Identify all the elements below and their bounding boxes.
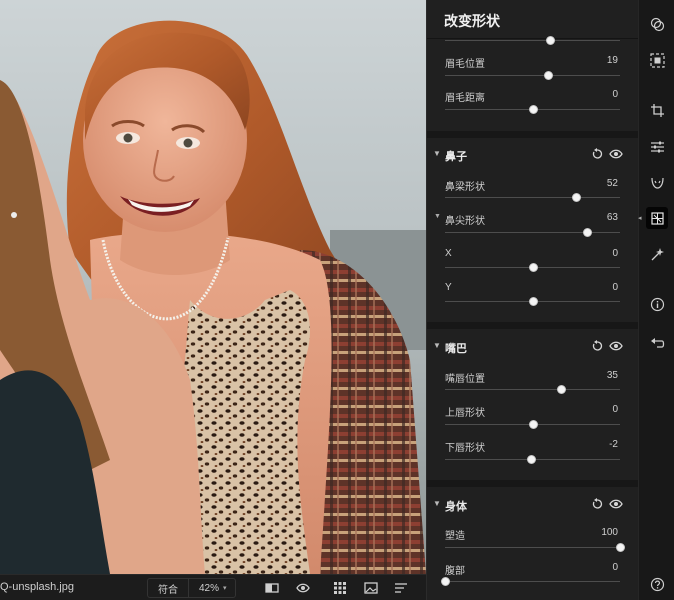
bottom-toolbar: Q-unsplash.jpg 符合 42% ▾ (0, 574, 426, 600)
eyebrow-position-value[interactable]: 19 (607, 55, 618, 66)
nose-bridge-value[interactable]: 52 (607, 178, 618, 189)
lip-position-knob[interactable] (556, 385, 566, 394)
upper-lip-knob[interactable] (528, 420, 538, 429)
layers-icon[interactable] (646, 13, 668, 35)
upper-lip-label: 上唇形状 (445, 408, 485, 419)
abdomen-slider[interactable] (445, 581, 620, 582)
caret-down-icon: ▼ (433, 149, 441, 158)
active-tool-pointer-icon: ◂ (638, 215, 642, 222)
panel-title: 改变形状 (444, 13, 500, 29)
fit-button[interactable]: 符合 (148, 579, 189, 597)
body-shape-slider[interactable] (445, 547, 620, 548)
select-subject-icon[interactable] (646, 49, 668, 71)
compare-split-icon[interactable] (265, 581, 279, 595)
lip-position-value[interactable]: 35 (607, 370, 618, 381)
group-header-nose[interactable]: ▼ 鼻子 (427, 146, 638, 166)
eyebrow-distance-knob[interactable] (528, 105, 538, 114)
abdomen-knob[interactable] (441, 577, 450, 586)
eyebrow-position-knob[interactable] (544, 71, 554, 80)
body-shape-label: 塑造 (445, 531, 465, 542)
crop-icon[interactable] (646, 99, 668, 121)
caret-down-icon: ▼ (433, 499, 441, 508)
help-icon[interactable] (646, 573, 668, 595)
body-shape-value[interactable]: 100 (601, 527, 618, 538)
zoom-dropdown[interactable]: 42% ▾ (189, 583, 235, 594)
preview-eye-icon[interactable] (296, 581, 310, 595)
group-header-body[interactable]: ▼ 身体 (427, 496, 638, 516)
upper-lip-value[interactable]: 0 (612, 404, 618, 415)
abdomen-label: 腹部 (445, 566, 465, 577)
lower-lip-label: 下唇形状 (445, 443, 485, 454)
nose-tip-slider[interactable] (445, 232, 620, 233)
undo-icon[interactable] (646, 331, 668, 353)
photo-canvas[interactable] (0, 0, 426, 574)
reset-icon[interactable] (591, 340, 603, 352)
nose-bridge-slider[interactable] (445, 197, 620, 198)
eyebrow-distance-value[interactable]: 0 (612, 89, 618, 100)
chevron-down-icon: ▾ (223, 585, 227, 592)
visibility-eye-icon[interactable] (609, 498, 623, 510)
filename-label: Q-unsplash.jpg (0, 581, 74, 593)
nose-bridge-knob[interactable] (572, 193, 582, 202)
reshape-icon[interactable] (646, 207, 668, 229)
nose-bridge-label: 鼻梁形状 (445, 182, 485, 193)
lower-lip-value[interactable]: -2 (609, 439, 618, 450)
partial-slider-track[interactable] (445, 40, 620, 41)
nose-x-knob[interactable] (528, 263, 538, 272)
sort-icon[interactable] (394, 581, 408, 595)
nose-y-value[interactable]: 0 (612, 282, 618, 293)
caret-down-icon: ▼ (434, 213, 441, 220)
nose-tip-label: 鼻尖形状 (445, 216, 485, 227)
tool-rail (638, 0, 674, 600)
nose-tip-value[interactable]: 63 (607, 212, 618, 223)
group-title-body: 身体 (445, 501, 467, 513)
nose-tip-knob[interactable] (582, 228, 592, 237)
image-view-icon[interactable] (364, 581, 378, 595)
info-icon[interactable] (646, 293, 668, 315)
visibility-eye-icon[interactable] (609, 340, 623, 352)
nose-y-knob[interactable] (528, 297, 538, 306)
eyebrow-position-slider[interactable] (445, 75, 620, 76)
zoom-controls: 符合 42% ▾ (147, 578, 236, 598)
nose-x-label: X (445, 248, 452, 259)
partial-slider-knob[interactable] (546, 36, 555, 45)
reshape-panel: 改变形状 眉毛位置 19 眉毛距离 0 ▼ 鼻子 鼻梁形状 52 ▼ 鼻尖形状 … (426, 0, 638, 600)
grid-view-icon[interactable] (333, 581, 347, 595)
eyebrow-distance-label: 眉毛距离 (445, 93, 485, 104)
reset-icon[interactable] (591, 498, 603, 510)
magic-icon[interactable] (646, 243, 668, 265)
zoom-value: 42% (199, 582, 220, 594)
caret-down-icon: ▼ (433, 341, 441, 350)
group-title-mouth: 嘴巴 (445, 343, 467, 355)
lip-position-label: 嘴唇位置 (445, 374, 485, 385)
sliders-icon[interactable] (646, 135, 668, 157)
abdomen-value[interactable]: 0 (612, 562, 618, 573)
body-shape-knob[interactable] (616, 543, 625, 552)
nose-y-label: Y (445, 282, 452, 293)
reset-icon[interactable] (591, 148, 603, 160)
visibility-eye-icon[interactable] (609, 148, 623, 160)
lip-position-slider[interactable] (445, 389, 620, 390)
lower-lip-knob[interactable] (526, 455, 536, 464)
nose-x-value[interactable]: 0 (612, 248, 618, 259)
eyebrow-position-label: 眉毛位置 (445, 59, 485, 70)
photo-image (0, 0, 426, 574)
face-icon[interactable] (646, 171, 668, 193)
group-title-nose: 鼻子 (445, 151, 467, 163)
group-header-mouth[interactable]: ▼ 嘴巴 (427, 338, 638, 358)
